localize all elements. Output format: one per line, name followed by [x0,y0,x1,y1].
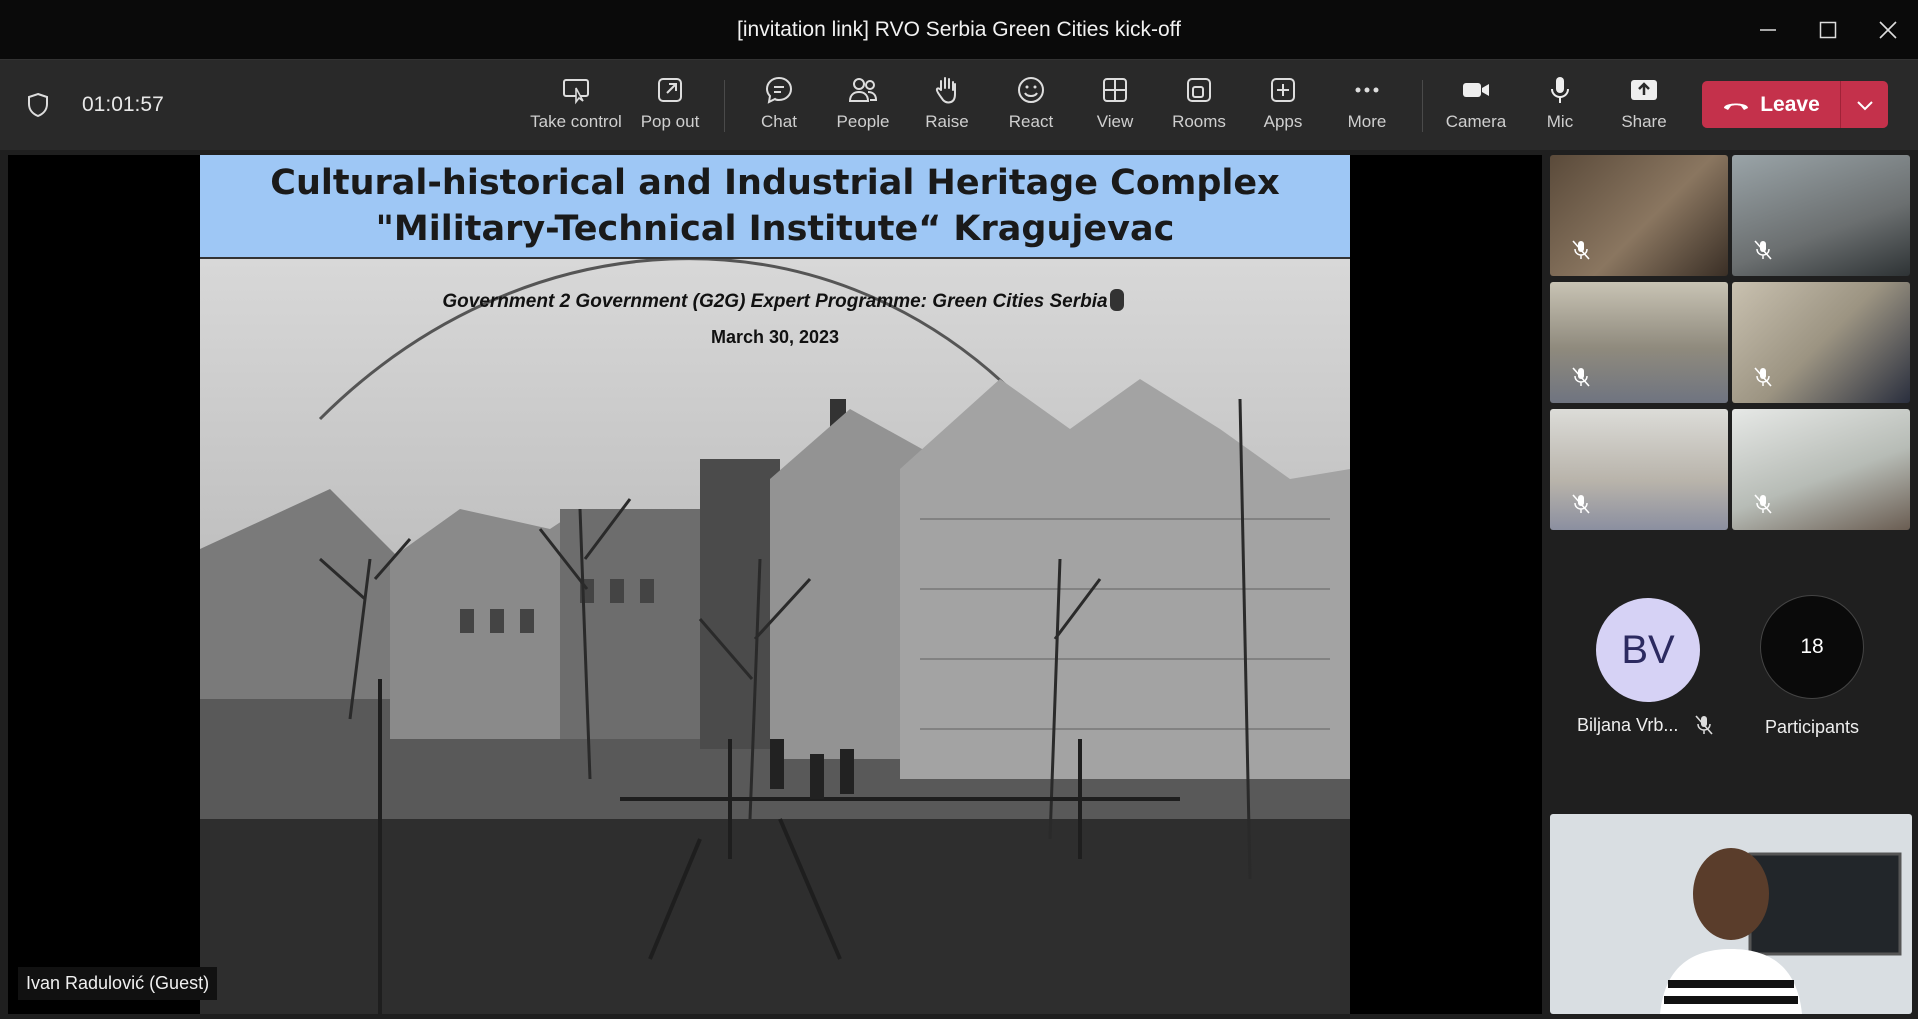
leave-options-dropdown[interactable] [1841,81,1888,128]
slide-title-line1: Cultural-historical and Industrial Herit… [270,163,1280,203]
close-icon [1879,20,1897,39]
toolbar-separator [1422,80,1423,132]
participant-name: Biljana Vrb... [1577,715,1679,735]
mic-label: Mic [1546,112,1574,131]
leave-button-group: Leave [1702,81,1888,128]
muted-mic-icon [1572,494,1590,514]
leave-label: Leave [1760,92,1820,116]
apps-plus-icon [1271,78,1295,102]
historic-factory-photo [200,259,1350,1014]
more-button[interactable]: More [1322,74,1412,144]
leave-button[interactable]: Leave [1702,81,1840,128]
toolbar-separator [724,80,725,132]
participants-count-label: Participants [1764,717,1860,737]
slide-header: Cultural-historical and Industrial Herit… [200,155,1350,259]
share-screen-icon [1631,80,1657,100]
camera-button[interactable]: Camera [1431,74,1521,144]
maximize-icon [1819,21,1837,38]
muted-mic-icon [1572,240,1590,260]
raise-hand-icon [935,77,956,104]
rooms-label: Rooms [1172,112,1226,131]
people-label: People [836,112,890,131]
slide-subtitle: Government 2 Government (G2G) Expert Pro… [442,291,1108,312]
pop-out-button[interactable]: Pop out [625,74,715,144]
camera-label: Camera [1445,112,1507,131]
shield-icon [28,92,48,118]
mic-button[interactable]: Mic [1515,74,1605,144]
self-video-feed [1550,814,1912,1014]
take-control-icon [563,79,589,105]
apps-label: Apps [1263,112,1303,131]
meeting-timer: 01:01:57 [82,93,164,116]
shared-slide: Cultural-historical and Industrial Herit… [200,155,1350,1014]
participant-video-tile[interactable] [1732,282,1910,403]
chat-label: Chat [761,112,797,131]
share-button[interactable]: Share [1599,74,1689,144]
minimize-icon [1760,28,1776,31]
slide-title-line2: "Military-Technical Institute“ Kragujeva… [375,209,1175,249]
chat-button[interactable]: Chat [734,74,824,144]
view-grid-icon [1103,78,1127,102]
minimize-button[interactable] [1738,0,1798,59]
pop-out-icon [658,78,682,102]
pop-out-label: Pop out [640,112,700,131]
take-control-label: Take control [530,112,622,131]
participant-video-tile[interactable] [1732,155,1910,276]
maximize-button[interactable] [1798,0,1858,59]
participants-count-button[interactable]: 18 [1760,595,1864,699]
slide-date: March 30, 2023 [710,327,840,347]
meeting-toolbar: 01:01:57 Take control Pop out Chat Peopl… [0,59,1918,150]
muted-mic-icon [1754,494,1772,514]
participant-video-tile[interactable] [1550,155,1728,276]
rooms-button[interactable]: Rooms [1154,74,1244,144]
muted-mic-icon [1572,367,1590,387]
muted-mic-icon [1754,367,1772,387]
share-label: Share [1621,112,1667,131]
microphone-icon [1551,77,1569,103]
people-button[interactable]: People [818,74,908,144]
hang-up-icon [1724,103,1749,110]
raise-hand-button[interactable]: Raise [902,74,992,144]
take-control-button[interactable]: Take control [530,74,622,144]
raise-label: Raise [925,112,969,131]
close-window-button[interactable] [1858,0,1918,59]
react-label: React [1008,112,1054,131]
more-dots-icon [1355,87,1379,93]
window-controls [1738,0,1918,59]
self-video-tile[interactable] [1550,814,1912,1014]
muted-mic-icon [1754,240,1772,260]
presenter-name-tag: Ivan Radulović (Guest) [18,967,218,1000]
people-icon [848,78,878,102]
react-button[interactable]: React [986,74,1076,144]
more-label: More [1347,112,1387,131]
react-smiley-icon [1018,77,1044,103]
view-button[interactable]: View [1070,74,1160,144]
participant-video-tile[interactable] [1732,409,1910,530]
participant-video-tile[interactable] [1550,282,1728,403]
chevron-down-icon [1856,100,1873,110]
title-bar: [invitation link] RVO Serbia Green Citie… [0,0,1918,59]
participant-video-tile[interactable] [1550,409,1728,530]
rooms-icon [1187,78,1211,102]
participant-avatar[interactable]: BV [1596,598,1700,702]
chat-icon [765,76,793,104]
window-title: [invitation link] RVO Serbia Green Citie… [737,17,1181,41]
muted-mic-icon [1695,715,1713,735]
apps-button[interactable]: Apps [1238,74,1328,144]
camera-icon [1463,83,1489,97]
view-label: View [1096,112,1134,131]
